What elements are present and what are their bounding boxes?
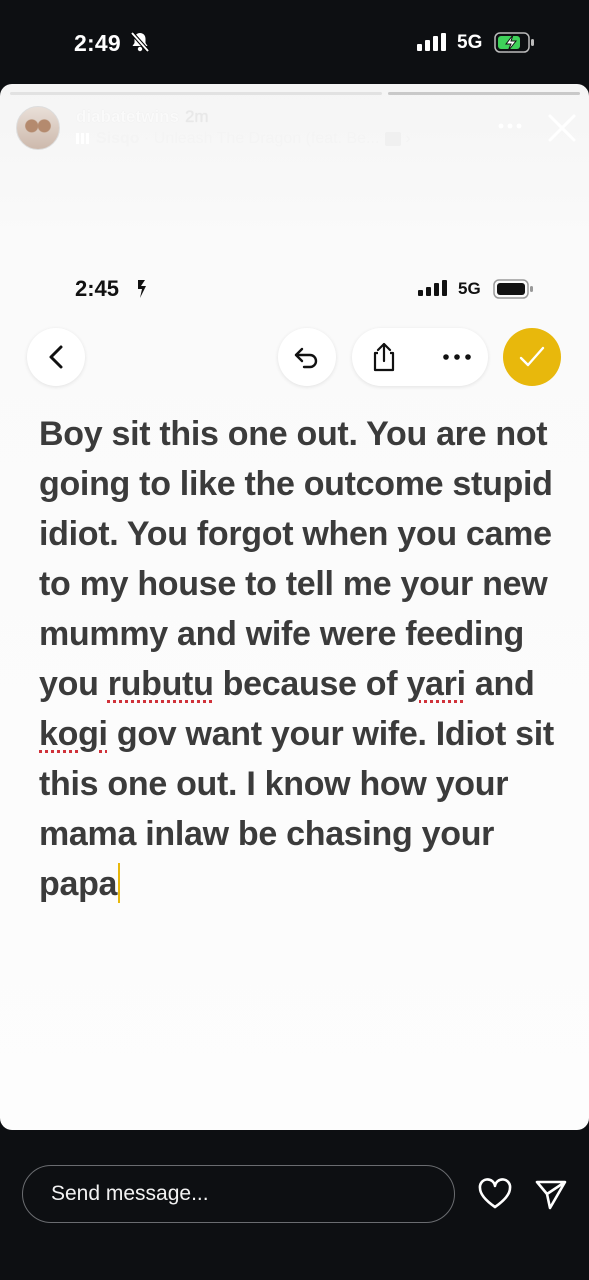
undo-icon xyxy=(294,347,318,369)
close-icon xyxy=(548,114,576,142)
inner-status-time: 2:45 xyxy=(75,276,120,301)
posted-time: 2m xyxy=(184,107,209,126)
misspelled-word: yari xyxy=(406,665,466,703)
status-time: 2:49 xyxy=(74,30,121,56)
share-button[interactable] xyxy=(362,334,406,380)
more-options-button[interactable] xyxy=(496,114,524,138)
message-input[interactable]: Send message... xyxy=(22,1165,455,1223)
message-placeholder: Send message... xyxy=(51,1182,209,1205)
heart-icon xyxy=(478,1178,512,1209)
note-text-segment: because of xyxy=(213,665,407,703)
story-progress-segment xyxy=(10,92,382,95)
music-bars-icon xyxy=(76,133,90,145)
text-cursor xyxy=(118,863,121,903)
close-button[interactable] xyxy=(546,112,578,144)
note-text-segment: Boy sit this one out. You are not going … xyxy=(39,415,553,703)
story-progress-segment xyxy=(388,92,580,95)
send-icon xyxy=(535,1180,567,1210)
inner-battery-icon xyxy=(493,279,535,304)
cellular-signal-icon xyxy=(417,33,449,56)
note-body[interactable]: Boy sit this one out. You are not going … xyxy=(39,409,569,909)
inner-network-type: 5G xyxy=(458,279,481,298)
misspelled-word: kogi xyxy=(39,715,108,753)
explicit-icon xyxy=(385,131,402,146)
network-type: 5G xyxy=(457,32,483,53)
chevron-right-icon: › xyxy=(405,130,411,147)
battery-charging-icon xyxy=(494,32,536,59)
avatar[interactable] xyxy=(16,106,60,150)
share-icon xyxy=(373,342,395,372)
back-button[interactable] xyxy=(27,328,85,386)
username[interactable]: diabatetwins xyxy=(76,107,179,126)
misspelled-word: rubutu xyxy=(107,665,214,703)
story-viewer[interactable]: diabatetwins 2m Sisqo · Unleash The Drago… xyxy=(0,84,589,1130)
inner-cellular-signal-icon xyxy=(418,280,448,301)
music-title: Unleash The Dragon (feat. Be... xyxy=(153,130,380,147)
send-button[interactable] xyxy=(534,1177,568,1211)
inner-status-icon xyxy=(135,278,149,305)
checkmark-icon xyxy=(519,346,545,367)
music-separator: · xyxy=(139,130,154,147)
undo-button[interactable] xyxy=(278,328,336,386)
music-attribution[interactable]: Sisqo · Unleash The Dragon (feat. Be... › xyxy=(76,130,411,148)
status-bar: 2:49 5G xyxy=(0,0,589,84)
music-artist: Sisqo xyxy=(96,130,140,147)
ellipsis-icon xyxy=(443,354,471,360)
note-text-segment: gov want your wife. Idiot sit this one o… xyxy=(39,715,554,903)
story-header: diabatetwins 2m xyxy=(76,107,209,127)
like-button[interactable] xyxy=(478,1178,512,1210)
note-text-segment: and xyxy=(465,665,535,703)
silent-bell-icon xyxy=(130,31,150,58)
chevron-left-icon xyxy=(49,345,63,369)
done-button[interactable] xyxy=(503,328,561,386)
note-more-button[interactable] xyxy=(436,334,478,380)
